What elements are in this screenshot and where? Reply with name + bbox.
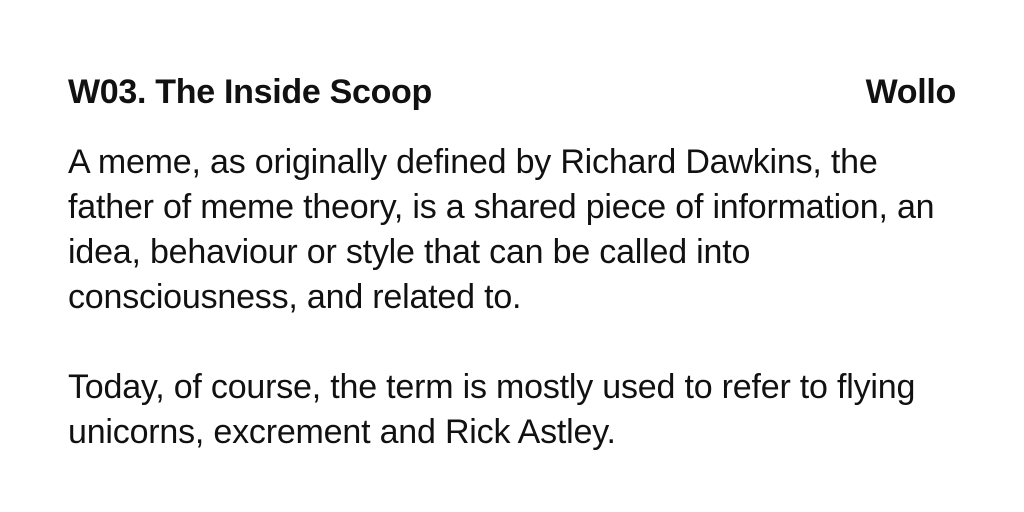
page-card: W03. The Inside Scoop Wollo A meme, as o… (0, 0, 1024, 512)
header: W03. The Inside Scoop Wollo (68, 72, 956, 112)
paragraph-definition: A meme, as originally defined by Richard… (68, 143, 935, 316)
body-text: A meme, as originally defined by Richard… (68, 140, 968, 455)
paragraph-today: Today, of course, the term is mostly use… (68, 368, 916, 451)
page-title: W03. The Inside Scoop (68, 73, 432, 111)
brand-name: Wollo (865, 73, 957, 111)
